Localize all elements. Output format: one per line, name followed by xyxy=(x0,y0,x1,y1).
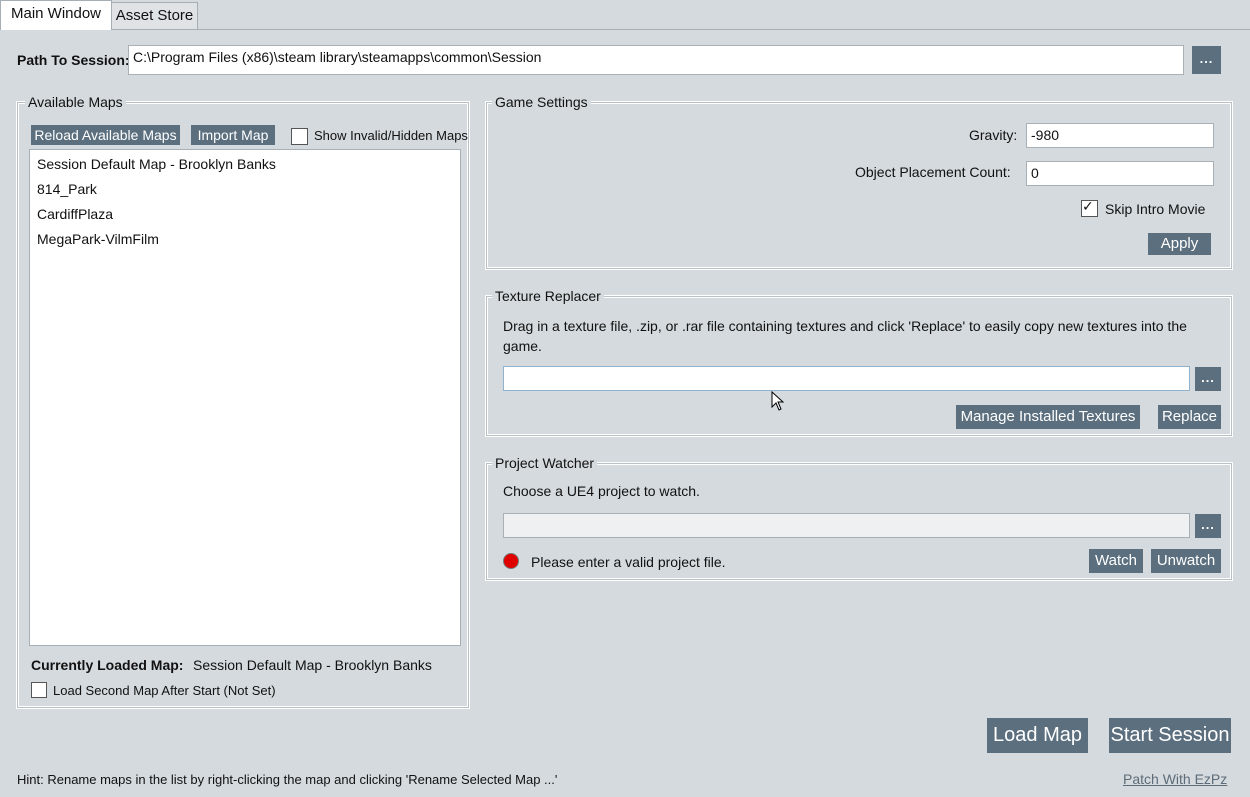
list-item[interactable]: CardiffPlaza xyxy=(30,202,460,227)
tab-asset-store[interactable]: Asset Store xyxy=(111,2,198,29)
skip-intro-checkbox[interactable] xyxy=(1081,198,1098,217)
load-map-button[interactable]: Load Map xyxy=(987,718,1088,753)
apply-button[interactable]: Apply xyxy=(1148,233,1211,255)
texture-description: Drag in a texture file, .zip, or .rar fi… xyxy=(503,318,1187,354)
path-input[interactable]: C:\Program Files (x86)\steam library\ste… xyxy=(128,45,1184,75)
texture-path-input[interactable] xyxy=(503,366,1190,391)
placement-count-input[interactable]: 0 xyxy=(1026,161,1214,186)
unwatch-button[interactable]: Unwatch xyxy=(1151,549,1221,573)
project-browse-button[interactable]: ... xyxy=(1195,514,1221,538)
placement-count-label: Object Placement Count: xyxy=(855,164,1011,180)
watch-button[interactable]: Watch xyxy=(1089,549,1143,573)
texture-replacer-legend: Texture Replacer xyxy=(492,288,604,304)
maps-list[interactable]: Session Default Map - Brooklyn Banks 814… xyxy=(29,149,461,646)
list-item[interactable]: MegaPark-VilmFilm xyxy=(30,227,460,252)
hint-text: Hint: Rename maps in the list by right-c… xyxy=(17,772,558,787)
available-maps-legend: Available Maps xyxy=(25,94,126,110)
gravity-input[interactable]: -980 xyxy=(1026,123,1214,148)
watcher-description: Choose a UE4 project to watch. xyxy=(503,483,700,499)
load-second-map-checkbox[interactable] xyxy=(31,682,47,698)
watcher-status-text: Please enter a valid project file. xyxy=(531,554,726,570)
start-session-button[interactable]: Start Session xyxy=(1109,718,1231,753)
path-browse-button[interactable]: ... xyxy=(1192,46,1221,74)
gravity-label: Gravity: xyxy=(969,127,1018,143)
status-indicator-icon xyxy=(503,553,519,569)
current-map-label: Currently Loaded Map: xyxy=(31,657,184,673)
mouse-cursor-icon xyxy=(771,391,785,411)
show-invalid-checkbox[interactable] xyxy=(291,128,308,145)
path-label: Path To Session: xyxy=(17,52,130,68)
show-invalid-label: Show Invalid/Hidden Maps xyxy=(314,128,468,143)
patch-link[interactable]: Patch With EzPz xyxy=(1123,771,1227,787)
list-item[interactable]: 814_Park xyxy=(30,177,460,202)
texture-browse-button[interactable]: ... xyxy=(1195,367,1221,391)
tab-main-window[interactable]: Main Window xyxy=(0,0,112,30)
project-watcher-legend: Project Watcher xyxy=(492,455,598,471)
game-settings-legend: Game Settings xyxy=(492,94,591,110)
import-map-button[interactable]: Import Map xyxy=(191,125,275,145)
manage-textures-button[interactable]: Manage Installed Textures xyxy=(956,405,1140,429)
current-map-value: Session Default Map - Brooklyn Banks xyxy=(193,657,432,673)
list-item[interactable]: Session Default Map - Brooklyn Banks xyxy=(30,152,460,177)
project-path-input[interactable] xyxy=(503,513,1190,538)
tab-bar: Main Window Asset Store xyxy=(0,0,1250,30)
replace-button[interactable]: Replace xyxy=(1158,405,1221,429)
reload-maps-button[interactable]: Reload Available Maps xyxy=(31,125,180,145)
skip-intro-label: Skip Intro Movie xyxy=(1105,201,1206,217)
load-second-map-label: Load Second Map After Start (Not Set) xyxy=(53,683,276,698)
